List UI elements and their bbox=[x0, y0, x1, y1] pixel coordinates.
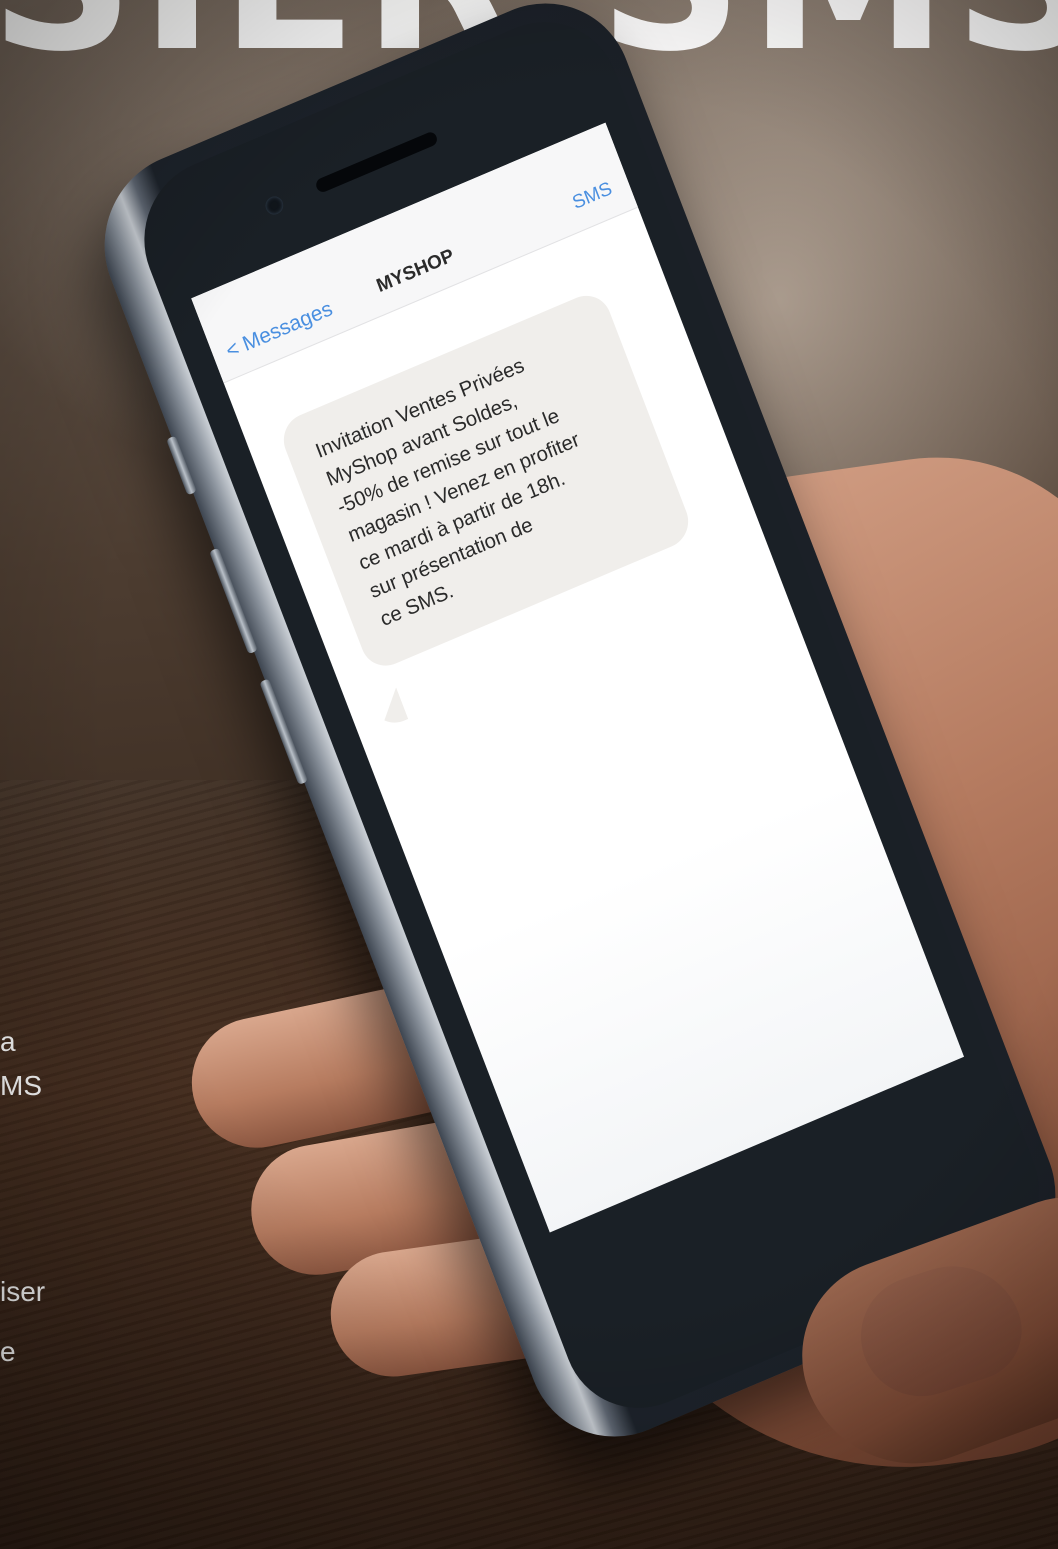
message-bubble-tail bbox=[369, 687, 409, 730]
message-bubble: Invitation Ventes Privées MyShop avant S… bbox=[276, 287, 696, 674]
front-camera-icon bbox=[262, 193, 286, 218]
side-text-fragment: e bbox=[0, 1336, 16, 1367]
back-to-messages-link[interactable]: < Messages bbox=[223, 297, 336, 364]
side-text-fragment: iser bbox=[0, 1276, 46, 1307]
sms-label: SMS bbox=[569, 178, 616, 214]
side-text-fragment: MS bbox=[0, 1070, 42, 1101]
photo-scene: SIER SMS a MS iser e < Messages MYSHOP S… bbox=[0, 0, 1058, 1549]
side-text-fragment: a bbox=[0, 1026, 16, 1057]
earpiece-speaker bbox=[314, 130, 439, 195]
conversation-title: MYSHOP bbox=[373, 245, 458, 298]
